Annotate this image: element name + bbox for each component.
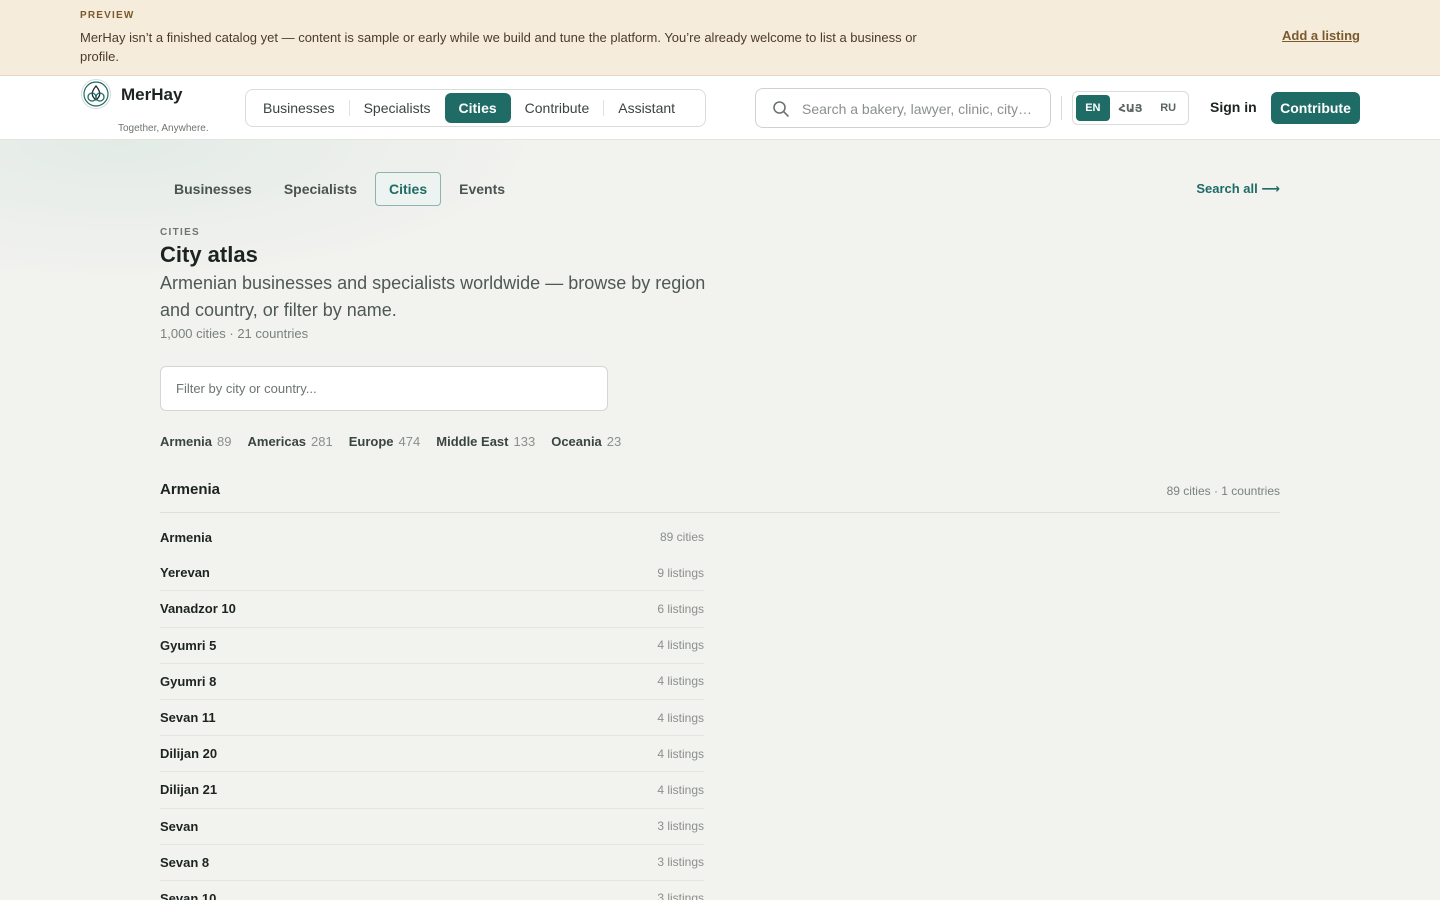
global-search[interactable] bbox=[755, 88, 1051, 128]
main-nav: Businesses Specialists Cities Contribute… bbox=[245, 89, 706, 127]
region-group-meta: 89 cities · 1 countries bbox=[1166, 484, 1280, 498]
region-label: Europe bbox=[348, 434, 394, 449]
lang-en[interactable]: EN bbox=[1076, 95, 1110, 121]
contribute-button[interactable]: Contribute bbox=[1271, 92, 1360, 124]
region-label: Armenia bbox=[160, 434, 213, 449]
nav-assistant[interactable]: Assistant bbox=[604, 93, 689, 123]
page-title: City atlas bbox=[160, 242, 258, 267]
search-all-link[interactable]: Search all ⟶ bbox=[1196, 181, 1280, 197]
country-row[interactable]: Armenia 89 cities bbox=[160, 519, 704, 555]
city-row[interactable]: Gyumri 8 4 listings bbox=[160, 664, 704, 700]
city-name: Sevan 8 bbox=[160, 854, 210, 870]
city-row[interactable]: Dilijan 20 4 listings bbox=[160, 736, 704, 773]
language-switcher: EN ՀԱՅ RU bbox=[1072, 91, 1189, 125]
city-row[interactable]: Sevan 8 3 listings bbox=[160, 845, 704, 881]
brand-tagline: Together, Anywhere. bbox=[118, 123, 209, 134]
city-row[interactable]: Sevan 10 3 listings bbox=[160, 881, 704, 900]
tab-cities[interactable]: Cities bbox=[374, 172, 442, 206]
tab-businesses[interactable]: Businesses bbox=[160, 172, 266, 206]
city-listing-count: 4 listings bbox=[657, 638, 704, 653]
city-listing-count: 4 listings bbox=[657, 782, 704, 797]
city-listing-count: 3 listings bbox=[657, 855, 704, 870]
logo-icon[interactable] bbox=[81, 79, 111, 109]
add-listing-link[interactable]: Add a listing bbox=[1282, 28, 1360, 43]
city-name: Sevan 10 bbox=[160, 890, 217, 900]
nav-contribute[interactable]: Contribute bbox=[511, 93, 604, 123]
country-name: Armenia bbox=[160, 529, 213, 545]
city-row[interactable]: Sevan 3 listings bbox=[160, 809, 704, 845]
region-label: Americas bbox=[247, 434, 307, 449]
region-group-header: Armenia 89 cities · 1 countries bbox=[160, 478, 1280, 513]
region-middle-east[interactable]: Middle East 133 bbox=[436, 434, 535, 449]
city-filter-input[interactable] bbox=[160, 366, 608, 411]
city-listing-count: 4 listings bbox=[657, 674, 704, 689]
city-name: Gyumri 5 bbox=[160, 637, 217, 653]
region-europe[interactable]: Europe 474 bbox=[349, 434, 421, 449]
nav-cities[interactable]: Cities bbox=[444, 93, 511, 123]
section-tabs: Businesses Specialists Cities Events bbox=[160, 172, 519, 206]
city-name: Sevan 11 bbox=[160, 710, 216, 726]
tab-events[interactable]: Events bbox=[445, 172, 519, 206]
page-counts: 1,000 cities · 21 countries bbox=[160, 326, 309, 341]
city-row[interactable]: Sevan 11 4 listings bbox=[160, 700, 704, 737]
region-group-title: Armenia bbox=[160, 481, 221, 498]
lang-ru[interactable]: RU bbox=[1151, 95, 1185, 121]
city-row[interactable]: Vanadzor 10 6 listings bbox=[160, 591, 704, 628]
city-listing-count: 4 listings bbox=[657, 746, 704, 761]
city-name: Yerevan bbox=[160, 565, 210, 581]
city-row[interactable]: Gyumri 5 4 listings bbox=[160, 628, 704, 664]
nav-specialists[interactable]: Specialists bbox=[350, 93, 445, 123]
city-listing-count: 3 listings bbox=[657, 891, 704, 900]
preview-banner: PREVIEW MerHay isn’t a finished catalog … bbox=[0, 0, 1440, 76]
lang-hy[interactable]: ՀԱՅ bbox=[1114, 95, 1148, 121]
nav-businesses[interactable]: Businesses bbox=[249, 93, 349, 123]
city-name: Dilijan 20 bbox=[160, 746, 218, 762]
region-label: Middle East bbox=[436, 434, 509, 449]
city-name: Vanadzor 10 bbox=[160, 601, 236, 617]
search-icon bbox=[773, 101, 789, 117]
region-filters: Armenia 89 Americas 281 Europe 474 Middle E… bbox=[160, 434, 621, 449]
city-name: Gyumri 8 bbox=[160, 673, 217, 689]
brand-name[interactable]: MerHay bbox=[121, 85, 182, 105]
city-listing-count: 9 listings bbox=[657, 565, 704, 580]
region-count: 89 bbox=[217, 434, 232, 449]
preview-tag: PREVIEW bbox=[80, 10, 135, 21]
tab-specialists[interactable]: Specialists bbox=[270, 172, 371, 206]
city-name: Sevan bbox=[160, 818, 199, 834]
city-list: Armenia 89 cities Yerevan 9 listings Van… bbox=[160, 519, 704, 900]
preview-message: MerHay isn’t a finished catalog yet — co… bbox=[80, 30, 917, 64]
header-divider bbox=[1061, 96, 1062, 120]
city-row[interactable]: Dilijan 21 4 listings bbox=[160, 772, 704, 809]
region-armenia[interactable]: Armenia 89 bbox=[160, 434, 232, 449]
page-subtitle: Armenian businesses and specialists worl… bbox=[160, 273, 706, 320]
region-oceania[interactable]: Oceania 23 bbox=[551, 434, 621, 449]
city-name: Dilijan 21 bbox=[160, 782, 218, 798]
region-label: Oceania bbox=[551, 434, 602, 449]
city-row[interactable]: Yerevan 9 listings bbox=[160, 555, 704, 592]
sign-in-link[interactable]: Sign in bbox=[1210, 99, 1257, 115]
region-count: 133 bbox=[513, 434, 536, 449]
search-input[interactable] bbox=[802, 97, 1038, 121]
site-header: MerHay Together, Anywhere. Businesses Sp… bbox=[0, 76, 1440, 140]
city-listing-count: 4 listings bbox=[657, 710, 704, 725]
region-americas[interactable]: Americas 281 bbox=[248, 434, 333, 449]
city-listing-count: 6 listings bbox=[657, 601, 704, 616]
country-count: 89 cities bbox=[659, 530, 704, 545]
region-count: 474 bbox=[398, 434, 421, 449]
region-count: 23 bbox=[606, 434, 622, 449]
city-listing-count: 3 listings bbox=[657, 819, 704, 834]
section-kicker: CITIES bbox=[160, 227, 201, 238]
region-count: 281 bbox=[311, 434, 333, 449]
